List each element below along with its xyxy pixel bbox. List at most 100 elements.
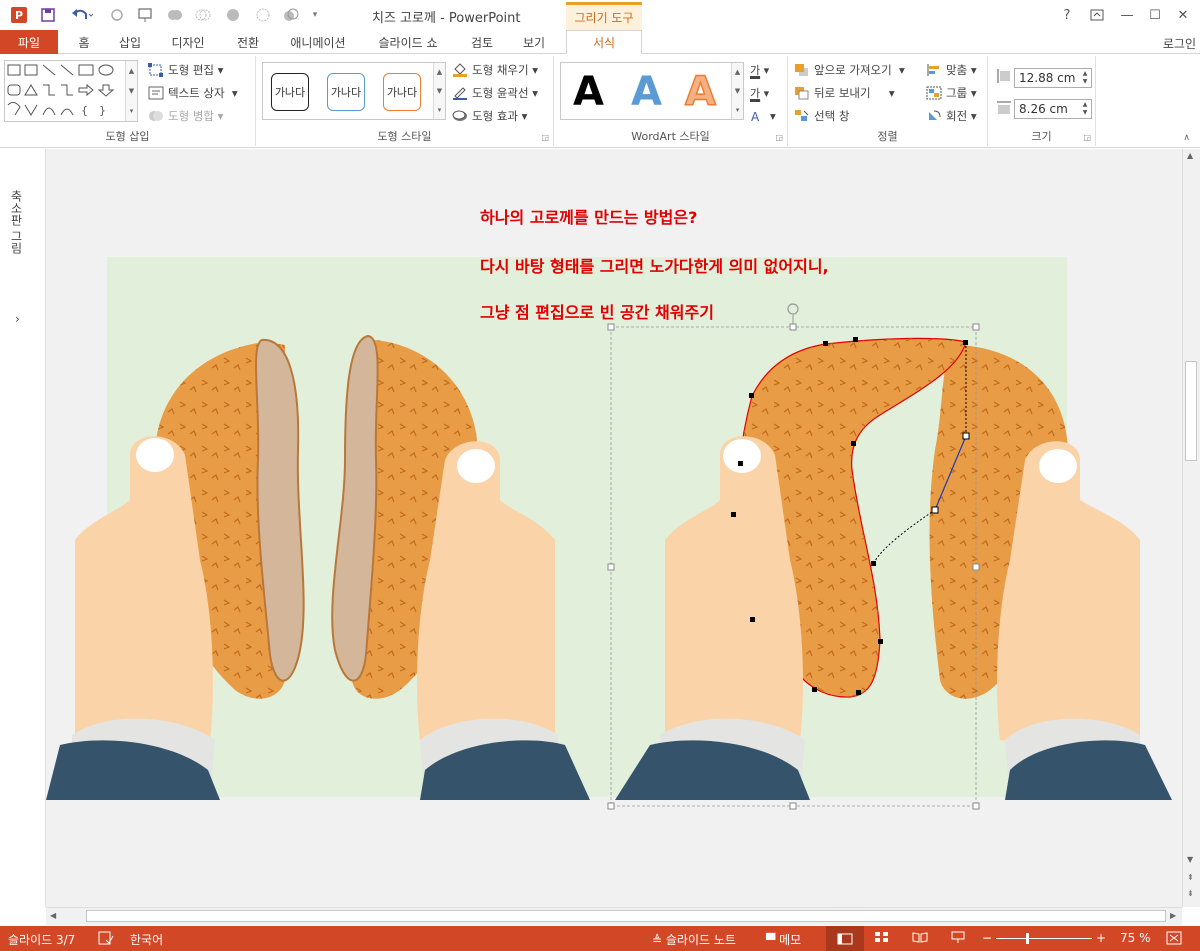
help-button[interactable]: ? (1056, 5, 1078, 25)
shape-merge-subtract-icon[interactable] (280, 5, 302, 25)
collapse-ribbon-icon[interactable]: ∧ (1183, 133, 1190, 143)
wordart-orange-outline[interactable]: A (684, 68, 716, 116)
tab-format[interactable]: 서식 (566, 30, 642, 55)
close-button[interactable]: ✕ (1172, 5, 1194, 25)
fit-slide-to-window-icon[interactable] (1166, 931, 1182, 945)
tab-view[interactable]: 보기 (512, 30, 556, 54)
ribbon-tab-bar: 파일 홈 삽입 디자인 전환 애니메이션 슬라이드 쇼 검토 보기 서식 (0, 30, 1200, 55)
thumbnails-label[interactable]: 축소판 그림 (8, 190, 25, 254)
text-effects-button[interactable]: A ▾ (750, 106, 776, 126)
size-launcher-icon[interactable]: ◲ (1083, 133, 1091, 142)
customize-qat-icon[interactable]: ▾ (308, 5, 322, 25)
send-backward-button[interactable]: 뒤로 보내기 ▾ (794, 83, 895, 103)
scroll-down-icon[interactable]: ▼ (1187, 855, 1193, 864)
tab-file[interactable]: 파일 (0, 30, 58, 54)
shape-gallery-scroll[interactable]: ▲ ▼ ▾ (125, 61, 137, 121)
scroll-left-icon[interactable]: ◀ (50, 911, 56, 920)
group-button[interactable]: 그룹 ▾ (926, 83, 977, 103)
shape-fill-button[interactable]: 도형 채우기 ▾ (452, 60, 538, 80)
start-slideshow-icon[interactable] (136, 5, 156, 25)
scroll-up-icon[interactable]: ▲ (1187, 151, 1193, 160)
slide-text-line-1[interactable]: 하나의 고로께를 만드는 방법은? (480, 204, 697, 228)
slide-text-line-3[interactable]: 그냥 점 편집으로 빈 공간 채워주기 (480, 299, 714, 323)
expand-thumbnails-icon[interactable]: › (15, 312, 20, 326)
normal-view-button[interactable] (826, 926, 864, 951)
vertical-scrollbar[interactable]: ▲ ▼ ⇞ ⇟ (1182, 149, 1200, 907)
undo-icon[interactable] (68, 5, 96, 25)
vertical-scroll-thumb[interactable] (1185, 361, 1197, 461)
align-button[interactable]: 맞춤 ▾ (926, 60, 977, 80)
zoom-out-button[interactable]: − (982, 931, 992, 945)
slide-text-line-2[interactable]: 다시 바탕 형태를 그리면 노가다한게 의미 없어지니, (480, 253, 829, 277)
language-indicator[interactable]: 한국어 (130, 931, 163, 948)
save-icon[interactable] (38, 5, 58, 25)
shape-effects-icon (452, 109, 468, 123)
shape-gallery-icons: {} (7, 64, 115, 117)
slide-counter[interactable]: 슬라이드 3/7 (8, 931, 75, 948)
tab-home[interactable]: 홈 (64, 30, 104, 54)
wordart-launcher-icon[interactable]: ◲ (775, 133, 783, 142)
svg-text:A: A (751, 110, 760, 123)
shape-merge-combine-icon[interactable] (192, 5, 214, 25)
style-swatch-orange[interactable]: 가나다 (383, 73, 421, 111)
reading-view-button[interactable] (912, 931, 928, 943)
wordart-gallery-scroll[interactable]: ▲ ▼ ▾ (731, 63, 743, 119)
shape-merge-intersect-icon[interactable] (252, 5, 274, 25)
zoom-level[interactable]: 75 % (1120, 931, 1151, 945)
comments-button[interactable]: ▀ 메모 (766, 931, 801, 948)
shape-width-input[interactable]: 8.26 cm ▲ ▼ (1014, 99, 1092, 119)
zoom-in-button[interactable]: + (1096, 931, 1106, 945)
width-spinner[interactable]: ▲ ▼ (1079, 100, 1091, 118)
group-insert-shapes: {} ▲ ▼ ▾ 도형 편집 ▾ 텍스트 상자 ▾ 도형 병합 ▾ 도형 삽입 (0, 56, 256, 146)
next-slide-icon[interactable]: ⇟ (1187, 889, 1194, 898)
ribbon-display-options-icon[interactable] (1086, 5, 1108, 25)
shape-merge-union-icon[interactable] (164, 5, 186, 25)
merge-shapes-button[interactable]: 도형 병합 ▾ (148, 106, 223, 126)
horizontal-scroll-thumb[interactable] (86, 910, 1166, 922)
maximize-button[interactable]: ☐ (1144, 5, 1166, 25)
tab-insert[interactable]: 삽입 (110, 30, 150, 54)
shape-outline-button[interactable]: 도형 윤곽선 ▾ (452, 83, 538, 103)
minimize-button[interactable]: — (1116, 5, 1138, 25)
tab-animations[interactable]: 애니메이션 (280, 30, 356, 54)
notes-button[interactable]: ≜ 슬라이드 노트 (652, 931, 736, 948)
text-box-button[interactable]: 텍스트 상자 ▾ (148, 83, 238, 103)
spell-check-icon[interactable] (98, 931, 114, 945)
notes-icon: ≜ (652, 932, 663, 947)
previous-slide-icon[interactable]: ⇞ (1187, 873, 1194, 882)
drawing-tools-context-label: 그리기 도구 (566, 2, 642, 30)
edit-shape-button[interactable]: 도형 편집 ▾ (148, 60, 223, 80)
shape-style-gallery[interactable]: 가나다 가나다 가나다 ▲ ▼ ▾ (262, 62, 446, 120)
shape-gallery[interactable]: {} ▲ ▼ ▾ (4, 60, 138, 122)
paint-bucket-icon (452, 63, 468, 77)
wordart-blue[interactable]: A (631, 69, 662, 115)
tab-review[interactable]: 검토 (460, 30, 504, 54)
text-fill-button[interactable]: 가 ▾ (750, 60, 769, 80)
tab-slideshow[interactable]: 슬라이드 쇼 (366, 30, 450, 54)
height-spinner[interactable]: ▲ ▼ (1079, 69, 1091, 87)
redo-icon[interactable] (108, 5, 126, 25)
style-swatch-black[interactable]: 가나다 (271, 73, 309, 111)
zoom-slider-track[interactable] (996, 938, 1092, 939)
sign-in-link[interactable]: 로그인 (1163, 35, 1196, 52)
style-swatch-blue[interactable]: 가나다 (327, 73, 365, 111)
slide-sorter-button[interactable] (874, 931, 890, 943)
tab-transitions[interactable]: 전환 (224, 30, 272, 54)
slideshow-view-button[interactable] (950, 931, 966, 943)
rotate-button[interactable]: 회전 ▾ (926, 106, 977, 126)
wordart-gallery[interactable]: A A A ▲ ▼ ▾ (560, 62, 744, 120)
shape-effects-button[interactable]: 도형 효과 ▾ (452, 106, 527, 126)
horizontal-scrollbar[interactable]: ◀ ▶ (46, 907, 1182, 925)
wordart-black[interactable]: A (573, 69, 604, 115)
bring-forward-button[interactable]: 앞으로 가져오기 ▾ (794, 60, 905, 80)
powerpoint-logo-icon: P (8, 5, 30, 25)
text-outline-button[interactable]: 가 ▾ (750, 83, 769, 103)
zoom-slider-thumb[interactable] (1026, 933, 1029, 944)
tab-design[interactable]: 디자인 (160, 30, 216, 54)
shape-height-input[interactable]: 12.88 cm ▲ ▼ (1014, 68, 1092, 88)
shape-merge-fragment-icon[interactable] (222, 5, 244, 25)
selection-pane-button[interactable]: 선택 창 (794, 106, 849, 126)
style-gallery-scroll[interactable]: ▲ ▼ ▾ (433, 63, 445, 119)
shape-styles-launcher-icon[interactable]: ◲ (541, 133, 549, 142)
scroll-right-icon[interactable]: ▶ (1170, 911, 1176, 920)
